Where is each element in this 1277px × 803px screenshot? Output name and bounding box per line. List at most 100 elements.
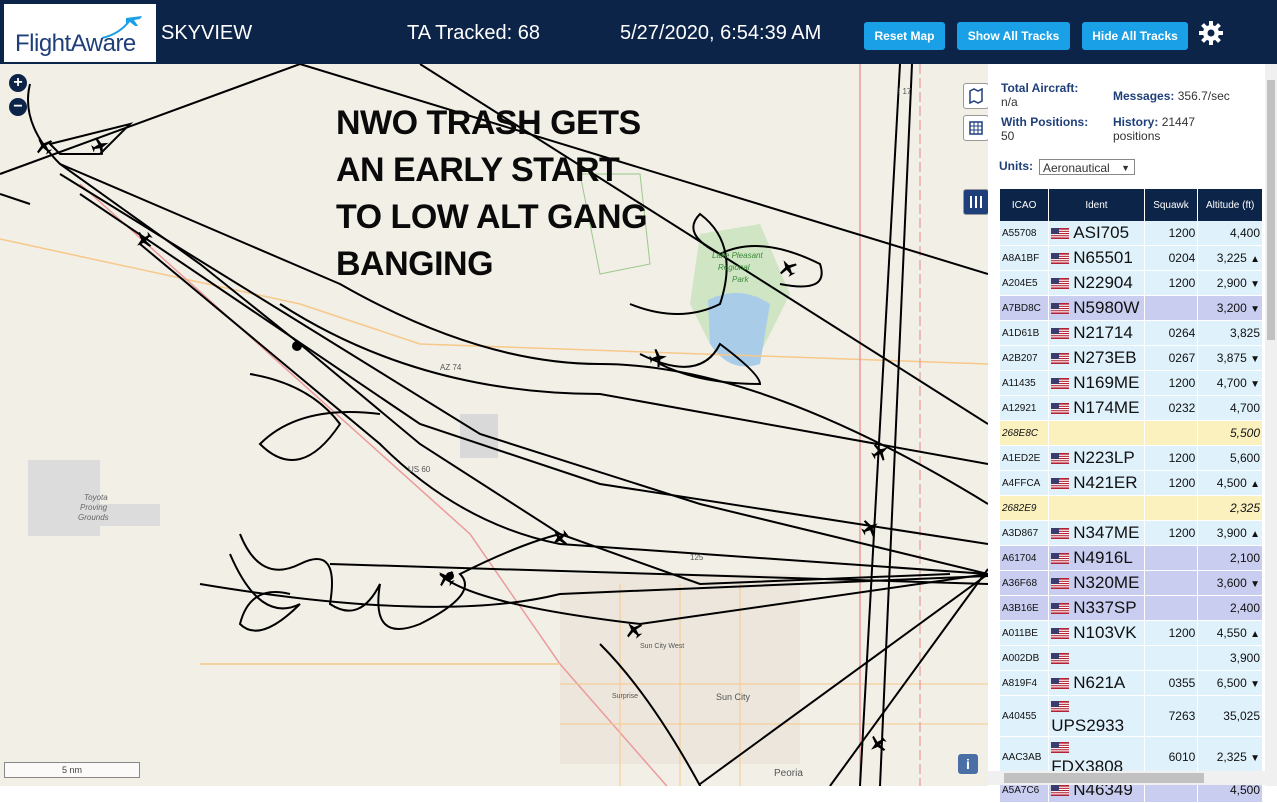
- altitude-text: 6,500: [1216, 676, 1247, 690]
- table-row[interactable]: A12921 N174ME 0232 4,700: [1000, 396, 1262, 421]
- grid-icon: [969, 121, 983, 135]
- table-row[interactable]: A55708 ASI705 1200 4,400: [1000, 221, 1262, 246]
- trend-icon: ▼: [1250, 304, 1260, 315]
- hide-all-tracks-button[interactable]: Hide All Tracks: [1082, 22, 1188, 50]
- r125-label: 125: [690, 553, 704, 562]
- altitude-cell: 3,825: [1198, 321, 1262, 346]
- altitude-text: 3,900: [1229, 651, 1260, 665]
- table-row[interactable]: A2B207 N273EB 0267 3,875 ▼: [1000, 346, 1262, 371]
- grid-toggle-button[interactable]: [963, 115, 988, 141]
- vertical-scroll-thumb[interactable]: [1267, 80, 1275, 340]
- overlay-line-4: BANGING: [336, 245, 494, 283]
- squawk-cell: [1144, 646, 1198, 671]
- col-squawk[interactable]: Squawk: [1144, 189, 1198, 221]
- surprise-label: Surprise: [612, 693, 638, 700]
- ident-cell: N347ME: [1049, 521, 1144, 546]
- table-row[interactable]: 268E8C 5,500: [1000, 421, 1262, 446]
- col-ident[interactable]: Ident: [1049, 189, 1144, 221]
- table-row[interactable]: A61704 N4916L 2,100: [1000, 546, 1262, 571]
- peoria-label: Peoria: [774, 768, 803, 779]
- table-row[interactable]: A1D61B N21714 0264 3,825: [1000, 321, 1262, 346]
- us-flag-icon: [1051, 528, 1070, 540]
- horizontal-scroll-thumb[interactable]: [1004, 773, 1204, 783]
- reset-map-button[interactable]: Reset Map: [864, 22, 945, 50]
- icao-cell: 268E8C: [1000, 421, 1049, 446]
- ident-text: N273EB: [1073, 348, 1137, 367]
- table-row[interactable]: 2682E9 2,325: [1000, 496, 1262, 521]
- table-row[interactable]: A1ED2E N223LP 1200 5,600: [1000, 446, 1262, 471]
- map-layers-button[interactable]: [963, 83, 988, 109]
- ident-text: N65501: [1073, 248, 1133, 267]
- ident-cell: N273EB: [1049, 346, 1144, 371]
- squawk-cell: [1144, 421, 1198, 446]
- altitude-cell: 2,325: [1198, 496, 1262, 521]
- us-flag-icon: [1051, 478, 1070, 490]
- trend-icon: ▲: [1250, 629, 1260, 640]
- history-label: History:: [1113, 115, 1159, 129]
- altitude-text: 5,500: [1229, 426, 1260, 440]
- squawk-cell: 7263: [1144, 696, 1198, 737]
- suncitywest-label: Sun City West: [640, 643, 684, 650]
- us60-label: US 60: [408, 465, 431, 474]
- table-row[interactable]: A7BD8C N5980W 3,200 ▼: [1000, 296, 1262, 321]
- table-row[interactable]: A36F68 N320ME 3,600 ▼: [1000, 571, 1262, 596]
- altitude-text: 3,825: [1229, 326, 1260, 340]
- map-view[interactable]: AZ 74 US 60 Toyota Proving Grounds Lake …: [0, 64, 988, 786]
- icao-cell: A7BD8C: [1000, 296, 1049, 321]
- overlay-line-3: TO LOW ALT GANG: [336, 198, 648, 236]
- altitude-cell: 3,900: [1198, 646, 1262, 671]
- overlay-caption: NWO TRASH GETS AN EARLY START TO LOW ALT…: [336, 100, 648, 288]
- squawk-cell: 0267: [1144, 346, 1198, 371]
- table-row[interactable]: A002DB 3,900: [1000, 646, 1262, 671]
- altitude-text: 35,025: [1223, 709, 1260, 723]
- col-altitude[interactable]: Altitude (ft): [1198, 189, 1262, 221]
- toyota-label-1: Toyota: [84, 493, 108, 502]
- top-bar: FlightAware SKYVIEW TA Tracked: 68 5/27/…: [0, 0, 1277, 64]
- ident-cell: N320ME: [1049, 571, 1144, 596]
- chevron-down-icon: ▼: [1121, 163, 1130, 173]
- icao-cell: A36F68: [1000, 571, 1049, 596]
- us-flag-icon: [1051, 553, 1070, 565]
- squawk-cell: [1144, 296, 1198, 321]
- messages: Messages: 356.7/sec: [1113, 89, 1230, 103]
- ident-text: N4916L: [1073, 548, 1133, 567]
- squawk-cell: [1144, 496, 1198, 521]
- table-row[interactable]: A204E5 N22904 1200 2,900 ▼: [1000, 271, 1262, 296]
- altitude-text: 2,325: [1229, 501, 1260, 515]
- ident-text: N22904: [1073, 273, 1133, 292]
- squawk-cell: 1200: [1144, 621, 1198, 646]
- table-row[interactable]: A3D867 N347ME 1200 3,900 ▲: [1000, 521, 1262, 546]
- icao-cell: A1D61B: [1000, 321, 1049, 346]
- table-row[interactable]: A011BE N103VK 1200 4,550 ▲: [1000, 621, 1262, 646]
- us-flag-icon: [1051, 785, 1070, 797]
- altitude-text: 4,550: [1216, 626, 1247, 640]
- flightaware-logo[interactable]: FlightAware: [4, 4, 156, 62]
- table-row[interactable]: A4FFCA N421ER 1200 4,500 ▲: [1000, 471, 1262, 496]
- history-unit: positions: [1113, 129, 1161, 143]
- table-row[interactable]: A3B16E N337SP 2,400: [1000, 596, 1262, 621]
- squawk-cell: 1200: [1144, 271, 1198, 296]
- zoom-out-button[interactable]: −: [9, 98, 27, 116]
- altitude-cell: 2,100: [1198, 546, 1262, 571]
- info-button[interactable]: i: [958, 754, 978, 774]
- ident-text: N174ME: [1073, 398, 1140, 417]
- table-row[interactable]: A40455 UPS2933 7263 35,025: [1000, 696, 1262, 737]
- trend-icon: ▼: [1250, 579, 1260, 590]
- table-row[interactable]: A819F4 N621A 0355 6,500 ▼: [1000, 671, 1262, 696]
- columns-toggle-button[interactable]: [963, 189, 988, 215]
- show-all-tracks-button[interactable]: Show All Tracks: [957, 22, 1070, 50]
- gear-icon[interactable]: [1198, 20, 1224, 46]
- altitude-cell: 5,500: [1198, 421, 1262, 446]
- table-row[interactable]: A8A1BF N65501 0204 3,225 ▲: [1000, 246, 1262, 271]
- altitude-cell: 2,400: [1198, 596, 1262, 621]
- zoom-in-button[interactable]: +: [9, 74, 27, 92]
- col-icao[interactable]: ICAO: [1000, 189, 1049, 221]
- trend-icon: ▲: [1250, 529, 1260, 540]
- icao-cell: A3D867: [1000, 521, 1049, 546]
- ident-cell: N223LP: [1049, 446, 1144, 471]
- us-flag-icon: [1051, 653, 1070, 665]
- ident-cell: N22904: [1049, 271, 1144, 296]
- table-row[interactable]: A11435 N169ME 1200 4,700 ▼: [1000, 371, 1262, 396]
- altitude-text: 2,400: [1229, 601, 1260, 615]
- units-select[interactable]: Aeronautical ▼: [1039, 159, 1135, 175]
